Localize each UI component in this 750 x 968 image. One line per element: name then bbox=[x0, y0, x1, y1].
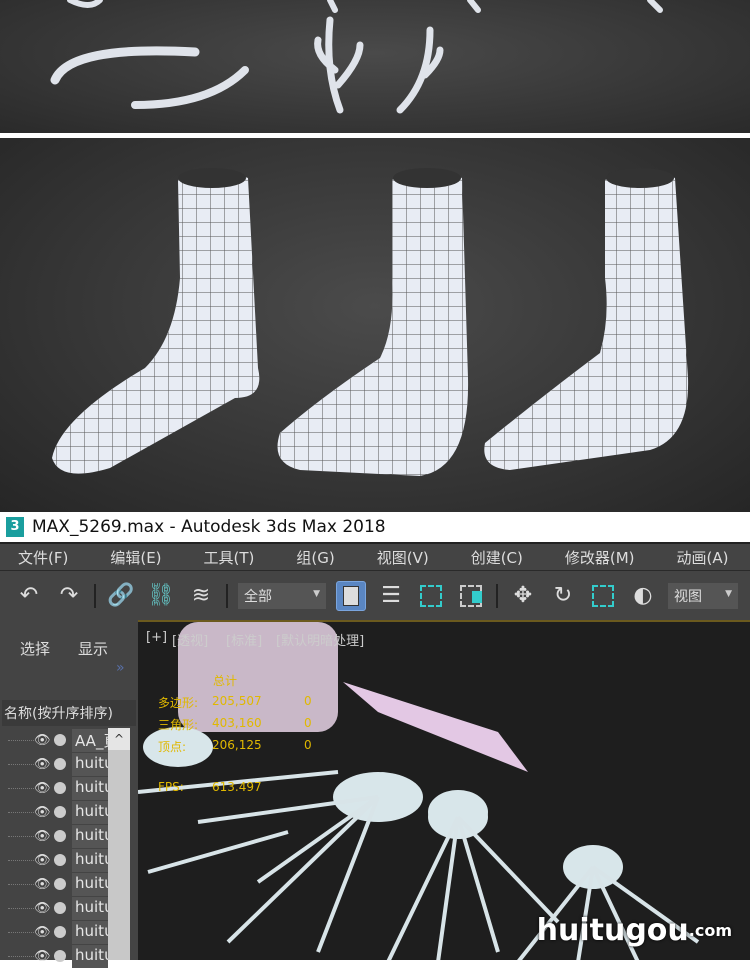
eye-icon[interactable]: 👁 bbox=[34, 853, 54, 868]
list-item[interactable]: 👁huitu bbox=[0, 920, 108, 944]
viewport-menu-plus[interactable]: [+] bbox=[146, 630, 167, 645]
stat-vertices-label: 顶点: bbox=[158, 740, 187, 754]
eye-icon[interactable]: 👁 bbox=[34, 733, 54, 748]
menu-group[interactable]: 组(G) bbox=[296, 547, 334, 568]
freeze-dot-icon[interactable] bbox=[54, 830, 66, 842]
list-item[interactable]: 👁huitu bbox=[0, 896, 108, 920]
freeze-dot-icon[interactable] bbox=[54, 782, 66, 794]
3dsmax-app-icon: 3 bbox=[6, 517, 24, 537]
eye-icon[interactable]: 👁 bbox=[34, 949, 54, 964]
window-crossing-icon[interactable] bbox=[456, 581, 486, 611]
freeze-dot-icon[interactable] bbox=[54, 758, 66, 770]
eye-icon[interactable]: 👁 bbox=[34, 781, 54, 796]
select-object-icon[interactable] bbox=[336, 580, 366, 611]
list-item[interactable]: 👁AA_頁 bbox=[0, 728, 108, 752]
tab-display[interactable]: 显示 bbox=[78, 638, 108, 659]
menu-edit[interactable]: 编辑(E) bbox=[110, 547, 161, 568]
freeze-dot-icon[interactable] bbox=[54, 902, 66, 914]
eye-icon[interactable]: 👁 bbox=[34, 757, 54, 772]
freeze-dot-icon[interactable] bbox=[54, 926, 66, 938]
freeze-dot-icon[interactable] bbox=[54, 878, 66, 890]
undo-icon[interactable]: ↶ bbox=[14, 581, 44, 611]
viewport-pov-label[interactable]: [透视] bbox=[172, 630, 208, 649]
stat-polygons-value: 205,507 bbox=[212, 694, 262, 708]
foot-models-render bbox=[0, 138, 750, 512]
menu-file[interactable]: 文件(F) bbox=[18, 547, 68, 568]
menu-tools[interactable]: 工具(T) bbox=[204, 547, 255, 568]
toolbar-separator bbox=[94, 583, 96, 608]
stat-triangles-selected: 0 bbox=[304, 716, 312, 730]
expand-icon[interactable]: » bbox=[116, 660, 125, 676]
title-bar: 3 MAX_5269.max - Autodesk 3ds Max 2018 bbox=[0, 512, 750, 542]
menu-create[interactable]: 创建(C) bbox=[471, 547, 523, 568]
rotate-icon[interactable]: ↻ bbox=[548, 581, 578, 611]
eye-icon[interactable]: 👁 bbox=[34, 925, 54, 940]
unlink-icon[interactable]: ⛓ bbox=[146, 581, 176, 611]
column-header-name[interactable]: 名称(按升序排序) bbox=[2, 700, 136, 726]
menu-modifiers[interactable]: 修改器(M) bbox=[565, 547, 635, 568]
freeze-dot-icon[interactable] bbox=[54, 950, 66, 962]
menu-bar: 文件(F) 编辑(E) 工具(T) 组(G) 视图(V) 创建(C) 修改器(M… bbox=[0, 542, 750, 570]
freeze-dot-icon[interactable] bbox=[54, 806, 66, 818]
eye-icon[interactable]: 👁 bbox=[34, 829, 54, 844]
list-item[interactable]: 👁huitu bbox=[0, 752, 108, 776]
main-toolbar: ↶ ↷ 🔗 ⛓ ≋ 全部 ☰ ✥ ↻ ◐ 视图 bbox=[0, 570, 750, 620]
fps-label: FPS: bbox=[158, 780, 184, 794]
move-icon[interactable]: ✥ bbox=[508, 581, 538, 611]
list-item[interactable]: 👁huitu bbox=[0, 824, 108, 848]
scene-explorer-panel: 选择 显示 » 名称(按升序排序) 👁AA_頁 👁huitu 👁huitu 👁h… bbox=[0, 620, 138, 968]
watermark-suffix: .com bbox=[688, 921, 732, 940]
fps-value: 613.497 bbox=[212, 780, 262, 794]
list-item[interactable]: 👁huitu bbox=[0, 944, 108, 968]
scrollbar[interactable] bbox=[108, 728, 130, 960]
viewport-shading-standard[interactable]: [标准] bbox=[226, 630, 262, 649]
stats-title: 总计 bbox=[213, 674, 238, 688]
scale-icon[interactable] bbox=[588, 581, 618, 611]
watermark: huitugou .com bbox=[537, 913, 732, 948]
link-icon[interactable]: 🔗 bbox=[106, 581, 136, 611]
stat-polygons-label: 多边形: bbox=[158, 696, 199, 710]
toolbar-separator bbox=[496, 583, 498, 608]
stat-triangles-value: 403,160 bbox=[212, 716, 262, 730]
eye-icon[interactable]: 👁 bbox=[34, 877, 54, 892]
menu-animation[interactable]: 动画(A) bbox=[677, 547, 729, 568]
eye-icon[interactable]: 👁 bbox=[34, 805, 54, 820]
window-title: MAX_5269.max - Autodesk 3ds Max 2018 bbox=[32, 517, 386, 537]
viewport-shading-default[interactable]: [默认明暗处理] bbox=[276, 630, 364, 649]
select-by-name-icon[interactable]: ☰ bbox=[376, 581, 406, 611]
tab-select[interactable]: 选择 bbox=[20, 638, 50, 659]
perspective-viewport[interactable]: [+] [透视] [标准] [默认明暗处理] 总计 多边形: 205,507 0… bbox=[138, 620, 750, 960]
bind-spacewarp-icon[interactable]: ≋ bbox=[186, 581, 216, 611]
stat-vertices-selected: 0 bbox=[304, 738, 312, 752]
redo-icon[interactable]: ↷ bbox=[54, 581, 84, 611]
stat-vertices-value: 206,125 bbox=[212, 738, 262, 752]
list-item[interactable]: 👁huitu bbox=[0, 848, 108, 872]
reference-coordinate-dropdown[interactable]: 视图 bbox=[668, 582, 738, 609]
watermark-name: huitugou bbox=[536, 913, 689, 948]
horn-models-render bbox=[0, 0, 750, 133]
placement-icon[interactable]: ◐ bbox=[628, 581, 658, 611]
list-item[interactable]: 👁huitu bbox=[0, 800, 108, 824]
toolbar-separator bbox=[226, 583, 228, 608]
freeze-dot-icon[interactable] bbox=[54, 854, 66, 866]
selection-filter-dropdown[interactable]: 全部 bbox=[238, 582, 326, 609]
stat-polygons-selected: 0 bbox=[304, 694, 312, 708]
freeze-dot-icon[interactable] bbox=[54, 734, 66, 746]
menu-view[interactable]: 视图(V) bbox=[377, 547, 429, 568]
list-item[interactable]: 👁huitu bbox=[0, 776, 108, 800]
list-item[interactable]: 👁huitu bbox=[0, 872, 108, 896]
stat-triangles-label: 三角形: bbox=[158, 718, 199, 732]
rectangular-selection-icon[interactable] bbox=[416, 581, 446, 611]
scroll-up-button[interactable]: ^ bbox=[108, 728, 130, 750]
eye-icon[interactable]: 👁 bbox=[34, 901, 54, 916]
